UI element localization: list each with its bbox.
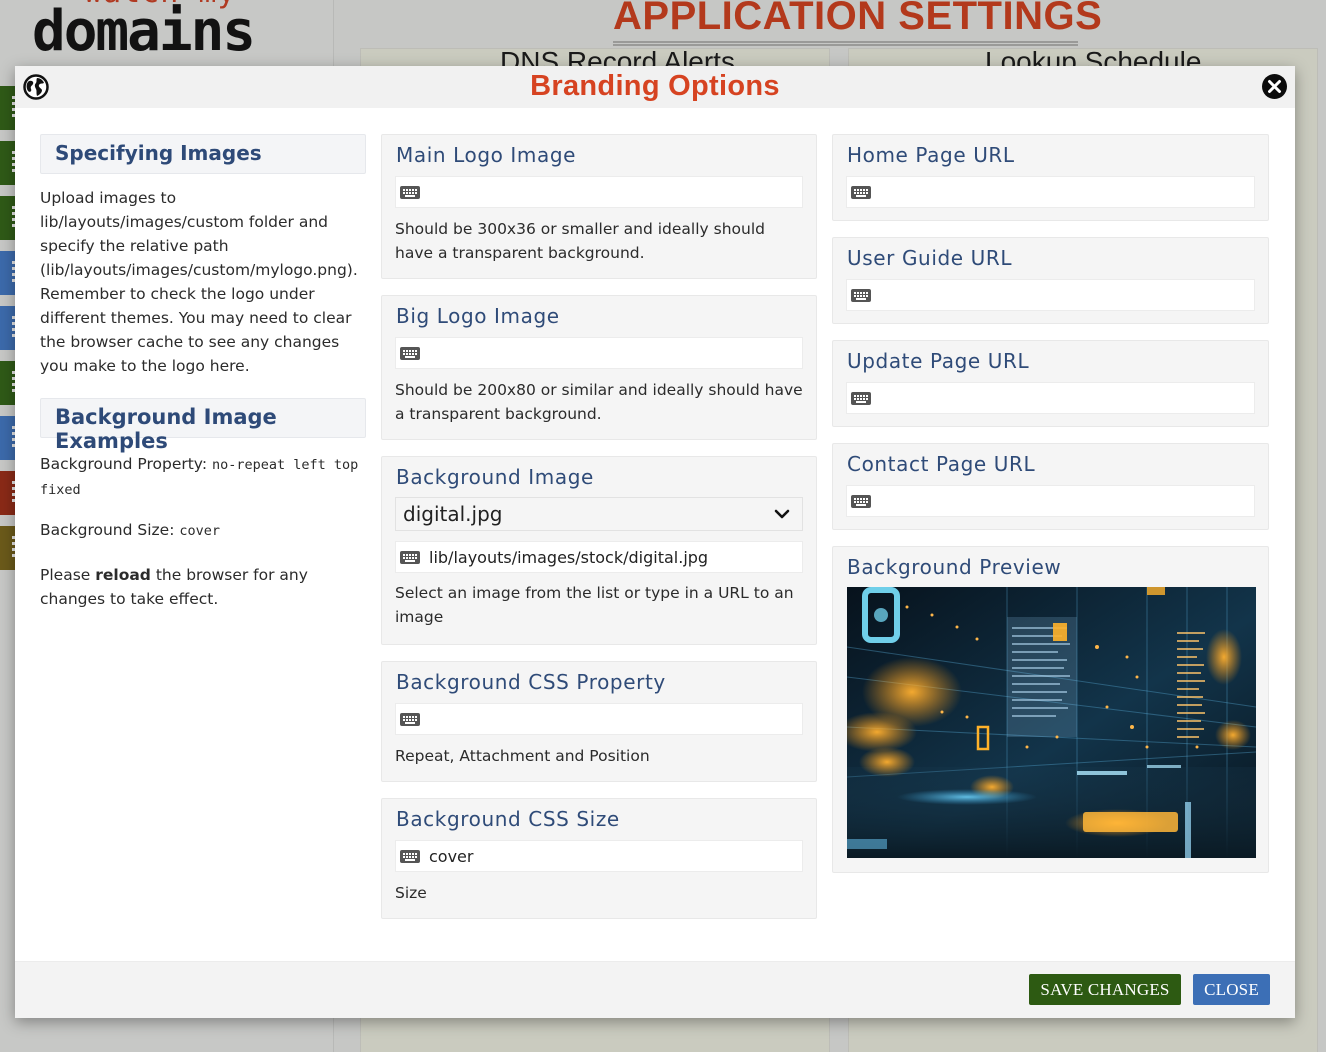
background-image-help: Select an image from the list or type in… <box>395 584 794 626</box>
background-css-size-label: Background CSS Size <box>396 807 620 831</box>
card-background-image: Background Image digital.jpg lib/layouts… <box>381 456 817 645</box>
background-css-property-help: Repeat, Attachment and Position <box>395 747 650 765</box>
modal-body: Specifying Images Upload images to lib/l… <box>15 108 1295 961</box>
modal-header: Branding Options <box>15 66 1295 108</box>
contact-page-url-label: Contact Page URL <box>847 452 1036 476</box>
big-logo-input[interactable] <box>395 337 803 369</box>
background-image-selected: digital.jpg <box>403 502 503 526</box>
reload-note-bold: reload <box>95 566 151 584</box>
app-logo-bottom: domains <box>32 0 256 64</box>
keyboard-icon <box>400 712 420 726</box>
card-big-logo-image: Big Logo Image Should be 200x80 or simil… <box>381 295 817 440</box>
section-heading-specifying-images: Specifying Images <box>40 134 366 174</box>
card-background-css-property: Background CSS Property Repeat, Attachme… <box>381 661 817 782</box>
user-guide-url-label: User Guide URL <box>847 246 1013 270</box>
background-property-label: Background Property: <box>40 455 213 473</box>
specifying-images-text: Upload images to lib/layouts/images/cust… <box>40 186 366 378</box>
background-image-label: Background Image <box>396 465 594 489</box>
main-logo-help: Should be 300x36 or smaller and ideally … <box>395 220 765 262</box>
background-size-value: cover <box>179 523 221 539</box>
card-contact-page-url: Contact Page URL <box>832 443 1269 530</box>
close-circle-icon[interactable] <box>1261 73 1288 100</box>
big-logo-label: Big Logo Image <box>396 304 560 328</box>
background-css-property-label: Background CSS Property <box>396 670 666 694</box>
modal-footer: SAVE CHANGES CLOSE <box>15 961 1295 1018</box>
modal-title: Branding Options <box>530 70 780 102</box>
reload-note-pre: Please <box>40 566 96 584</box>
main-logo-label: Main Logo Image <box>396 143 577 167</box>
section-heading-background-examples: Background Image Examples <box>40 398 366 453</box>
app-logo: watch my domains <box>32 0 302 60</box>
card-background-css-size: Background CSS Size cover Size <box>381 798 817 919</box>
branding-options-modal: Branding Options Specifying Images Uploa… <box>15 66 1295 1018</box>
specifying-images-paragraph: Upload images to lib/layouts/images/cust… <box>40 189 358 375</box>
background-property-example: Background Property: no-repeat left top … <box>40 452 366 502</box>
user-guide-url-input[interactable] <box>846 279 1255 311</box>
keyboard-icon <box>851 288 871 302</box>
big-logo-help: Should be 200x80 or similar and ideally … <box>395 381 803 423</box>
main-logo-input[interactable] <box>395 176 803 208</box>
card-home-page-url: Home Page URL <box>832 134 1269 221</box>
page-title: APPLICATION SETTINGS <box>613 0 1103 38</box>
background-css-property-input[interactable] <box>395 703 803 735</box>
update-page-url-label: Update Page URL <box>847 349 1030 373</box>
keyboard-icon <box>400 346 420 360</box>
keyboard-icon <box>400 550 420 564</box>
keyboard-icon <box>400 849 420 863</box>
help-column: Specifying Images Upload images to lib/l… <box>40 134 366 621</box>
background-size-label: Background Size: <box>40 521 180 539</box>
keyboard-icon <box>400 185 420 199</box>
background-css-size-value: cover <box>429 846 474 866</box>
background-image-select[interactable]: digital.jpg <box>395 497 803 531</box>
keyboard-icon <box>851 391 871 405</box>
card-main-logo-image: Main Logo Image Should be 300x36 or smal… <box>381 134 817 279</box>
close-button[interactable]: CLOSE <box>1193 974 1270 1005</box>
reload-note: Please reload the browser for any change… <box>40 563 366 611</box>
save-changes-button[interactable]: SAVE CHANGES <box>1029 974 1181 1005</box>
card-update-page-url: Update Page URL <box>832 340 1269 427</box>
home-page-url-label: Home Page URL <box>847 143 1015 167</box>
background-preview-image <box>847 587 1256 858</box>
home-page-url-input[interactable] <box>846 176 1255 208</box>
background-size-example: Background Size: cover <box>40 518 366 543</box>
keyboard-icon <box>851 494 871 508</box>
background-preview-label: Background Preview <box>847 555 1062 579</box>
keyboard-icon <box>851 185 871 199</box>
background-image-value: lib/layouts/images/stock/digital.jpg <box>429 547 709 567</box>
background-css-size-help: Size <box>395 884 427 902</box>
card-background-preview: Background Preview <box>832 546 1269 873</box>
background-css-size-input[interactable]: cover <box>395 840 803 872</box>
update-page-url-input[interactable] <box>846 382 1255 414</box>
contact-page-url-input[interactable] <box>846 485 1255 517</box>
background-examples-text: Background Property: no-repeat left top … <box>40 452 366 611</box>
background-image-input[interactable]: lib/layouts/images/stock/digital.jpg <box>395 541 803 573</box>
card-user-guide-url: User Guide URL <box>832 237 1269 324</box>
chevron-down-icon <box>774 509 790 519</box>
